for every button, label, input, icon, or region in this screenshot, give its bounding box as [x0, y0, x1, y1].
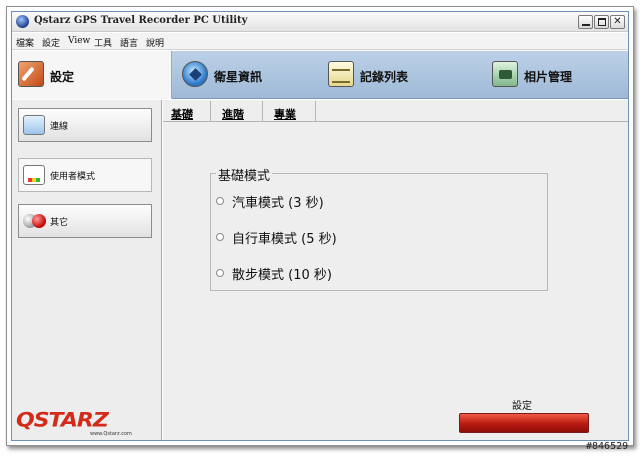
menu-view[interactable]: View: [68, 36, 90, 46]
menu-bar: 檔案 設定 View 工具 語言 說明: [12, 33, 628, 50]
user-mode-icon: [23, 165, 45, 185]
toolbar-photo-button[interactable]: 相片管理: [486, 51, 626, 99]
tab-label: 基礎: [171, 108, 193, 121]
tab-professional[interactable]: 專業: [263, 101, 316, 122]
menu-file[interactable]: 檔案: [16, 36, 34, 49]
toolbar-photo-label: 相片管理: [524, 70, 573, 84]
window-title: Qstarz GPS Travel Recorder PC Utility: [34, 15, 248, 26]
maximize-icon: [598, 18, 606, 26]
settings-icon: [18, 61, 44, 87]
close-button[interactable]: ✕: [610, 15, 625, 29]
sidebar-item-other[interactable]: 其它: [18, 204, 152, 238]
settings-content: 基礎 進階 專業 基礎模式 汽車模式 (3 秒) 自行車模式 (5 秒) 散步模…: [163, 100, 628, 440]
satellite-icon: [182, 61, 208, 87]
radio-circle-icon[interactable]: [216, 197, 224, 205]
red-dot-icon: [32, 214, 46, 228]
other-icon: [23, 211, 46, 231]
tab-bar: 基礎 進階 專業: [163, 100, 628, 122]
maximize-button[interactable]: [594, 15, 609, 29]
app-window: Qstarz GPS Travel Recorder PC Utility ✕ …: [11, 11, 629, 441]
radio-circle-icon[interactable]: [216, 269, 224, 277]
tab-basic[interactable]: 基礎: [167, 101, 211, 122]
sidebar-item-connection[interactable]: 連線: [18, 108, 152, 142]
sidebar-item-label: 連線: [50, 122, 69, 132]
toolbar-log-list-button[interactable]: 記錄列表: [320, 51, 485, 99]
qstarz-logo: QSTARZ www.Qstarz.com: [16, 408, 156, 440]
basic-mode-group: 基礎模式 汽車模式 (3 秒) 自行車模式 (5 秒) 散步模式 (10 秒): [210, 165, 548, 291]
minimize-button[interactable]: [578, 15, 593, 29]
toolbar-satellite-button[interactable]: 衛星資訊: [174, 51, 319, 99]
toolbar-log-list-label: 記錄列表: [360, 70, 409, 84]
log-list-icon: [328, 61, 354, 87]
screenshot-frame: Qstarz GPS Travel Recorder PC Utility ✕ …: [6, 6, 634, 446]
tab-label: 進階: [222, 108, 244, 121]
tab-advanced[interactable]: 進階: [211, 101, 263, 122]
sidebar-item-label: 其它: [50, 218, 69, 228]
toolbar-satellite-label: 衛星資訊: [214, 70, 263, 84]
group-title: 基礎模式: [216, 165, 273, 184]
menu-settings[interactable]: 設定: [42, 36, 60, 49]
app-globe-icon: [16, 15, 29, 28]
title-bar[interactable]: Qstarz GPS Travel Recorder PC Utility ✕: [12, 12, 628, 32]
tab-label: 專業: [274, 108, 296, 121]
menu-help[interactable]: 說明: [146, 36, 164, 49]
logo-text: QSTARZ: [16, 409, 109, 432]
toolbar-settings-button[interactable]: 設定: [12, 51, 172, 99]
apply-label: 設定: [512, 401, 532, 412]
connection-icon: [23, 115, 45, 135]
image-watermark: #846529: [586, 441, 629, 452]
sidebar: 連線 使用者模式 其它 QSTARZ www.Qstarz.com: [12, 100, 162, 440]
apply-button[interactable]: [459, 413, 589, 433]
radio-label: 散步模式 (10 秒): [232, 268, 332, 283]
logo-url: www.Qstarz.com: [90, 431, 132, 437]
sidebar-item-user-mode[interactable]: 使用者模式: [18, 158, 152, 192]
close-icon: ✕: [613, 16, 622, 27]
menu-tools[interactable]: 工具: [94, 36, 112, 49]
radio-label: 汽車模式 (3 秒): [232, 196, 324, 211]
radio-label: 自行車模式 (5 秒): [232, 232, 337, 247]
main-toolbar: 設定 衛星資訊 記錄列表 相片管理: [12, 51, 628, 99]
minimize-icon: [582, 24, 590, 26]
menu-language[interactable]: 語言: [120, 36, 138, 49]
toolbar-settings-label: 設定: [50, 70, 75, 84]
sidebar-item-label: 使用者模式: [50, 172, 96, 182]
radio-circle-icon[interactable]: [216, 233, 224, 241]
photo-manage-icon: [492, 61, 518, 87]
